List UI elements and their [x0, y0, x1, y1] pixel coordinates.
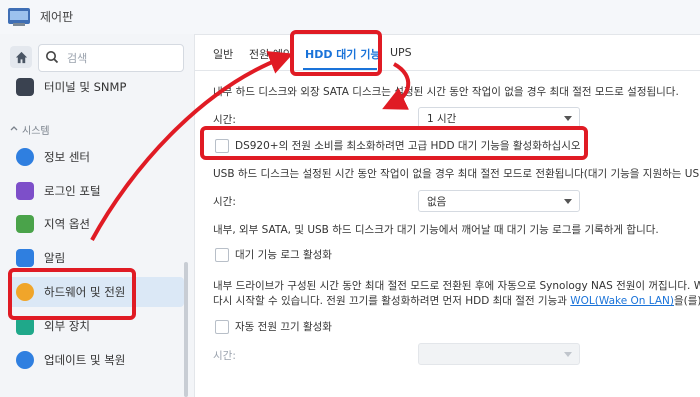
description-text: 을(를) 활성	[674, 295, 700, 307]
sidebar-item-label: 업데이트 및 복원	[44, 353, 126, 367]
chevron-down-icon	[564, 352, 572, 357]
description-text: 다시 시작할 수 있습니다. 전원 끄기를 활성화하려면 먼저 HDD 최대 절…	[213, 295, 571, 307]
external-device-icon	[16, 317, 34, 335]
auto-poweroff-checkbox[interactable]	[215, 320, 229, 334]
tab-power-schedule[interactable]: 전원 예약	[249, 46, 293, 62]
advanced-hibernation-checkbox[interactable]	[215, 139, 229, 153]
lightbulb-icon	[16, 283, 34, 301]
title-bar: 제어판	[0, 0, 700, 35]
usb-disk-description: USB 하드 디스크는 설정된 시간 동안 작업이 없을 경우 최대 절전 모드…	[213, 168, 700, 180]
sidebar-item-notification[interactable]: 알림	[8, 243, 184, 273]
select-value: 1 시간	[427, 113, 457, 125]
terminal-icon	[16, 78, 34, 96]
tab-hdd-hibernation[interactable]: HDD 대기 기능	[305, 46, 381, 62]
sidebar: 터미널 및 SNMP 시스템 정보 센터 로그인 포털 지역 옵션 알림 하드웨…	[0, 34, 195, 397]
search-box[interactable]	[38, 44, 184, 72]
search-input[interactable]	[65, 48, 179, 68]
tab-bar: 일반 전원 예약 HDD 대기 기능 UPS	[195, 34, 700, 71]
regional-options-icon	[16, 215, 34, 233]
sidebar-item-label: 로그인 포털	[44, 184, 101, 198]
sidebar-item-regional-options[interactable]: 지역 옵션	[8, 209, 184, 239]
time-label-usb: 시간:	[213, 196, 236, 208]
wol-link[interactable]: WOL(Wake On LAN)	[570, 295, 674, 307]
login-portal-icon	[16, 182, 34, 200]
control-panel-icon	[8, 8, 30, 26]
sidebar-scrollbar[interactable]	[184, 262, 188, 397]
sidebar-item-hardware-power[interactable]: 하드웨어 및 전원	[8, 277, 184, 307]
sidebar-item-label: 알림	[44, 251, 66, 265]
window-title: 제어판	[40, 10, 74, 24]
auto-poweroff-time-select[interactable]	[418, 343, 580, 365]
sidebar-item-label: 외부 장치	[44, 319, 90, 333]
tab-ups[interactable]: UPS	[390, 46, 412, 59]
sidebar-item-login-portal[interactable]: 로그인 포털	[8, 176, 184, 206]
chevron-down-icon	[564, 199, 572, 204]
auto-poweroff-description-1: 내부 드라이브가 구성된 시간 동안 최대 절전 모드로 전환된 후에 자동으로…	[213, 280, 700, 292]
sidebar-item-label: 터미널 및 SNMP	[44, 80, 127, 94]
time-label-auto-poweroff: 시간:	[213, 350, 236, 362]
sidebar-item-info-center[interactable]: 정보 센터	[8, 142, 184, 172]
internal-disk-description: 내부 하드 디스크와 외장 SATA 디스크는 설정된 시간 동안 작업이 없을…	[213, 86, 679, 98]
hibernation-log-label: 대기 기능 로그 활성화	[235, 249, 332, 261]
sidebar-item-terminal-snmp[interactable]: 터미널 및 SNMP	[8, 72, 184, 102]
log-description: 내부, 외부 SATA, 및 USB 하드 디스크가 대기 기능에서 깨어날 때…	[213, 224, 659, 236]
hibernation-log-checkbox[interactable]	[215, 248, 229, 262]
home-icon	[15, 51, 27, 63]
chevron-up-icon[interactable]	[10, 125, 18, 131]
main-panel: 일반 전원 예약 HDD 대기 기능 UPS 내부 하드 디스크와 외장 SAT…	[195, 34, 700, 397]
sidebar-item-external-devices[interactable]: 외부 장치	[8, 311, 184, 341]
advanced-hibernation-label: DS920+의 전원 소비를 최소화하려면 고급 HDD 대기 기능을 활성화하…	[235, 140, 581, 152]
sidebar-group-system[interactable]: 시스템	[22, 122, 50, 137]
sidebar-item-label: 지역 옵션	[44, 217, 90, 231]
search-icon	[46, 51, 59, 64]
select-value: 없음	[427, 196, 447, 208]
active-tab-indicator	[303, 68, 377, 70]
auto-poweroff-description-2: 다시 시작할 수 있습니다. 전원 끄기를 활성화하려면 먼저 HDD 최대 절…	[213, 293, 700, 308]
sidebar-item-label: 하드웨어 및 전원	[44, 285, 126, 299]
tab-general[interactable]: 일반	[213, 46, 233, 62]
time-label-internal: 시간:	[213, 114, 236, 126]
info-icon	[16, 148, 34, 166]
sidebar-item-label: 정보 센터	[44, 150, 90, 164]
internal-hibernation-time-select[interactable]: 1 시간	[418, 107, 580, 129]
chevron-down-icon	[564, 116, 572, 121]
home-button[interactable]	[10, 46, 32, 68]
update-icon	[16, 351, 34, 369]
notification-icon	[16, 249, 34, 267]
sidebar-item-update-restore[interactable]: 업데이트 및 복원	[8, 345, 184, 375]
usb-hibernation-time-select[interactable]: 없음	[418, 190, 580, 212]
auto-poweroff-label: 자동 전원 끄기 활성화	[235, 321, 332, 333]
